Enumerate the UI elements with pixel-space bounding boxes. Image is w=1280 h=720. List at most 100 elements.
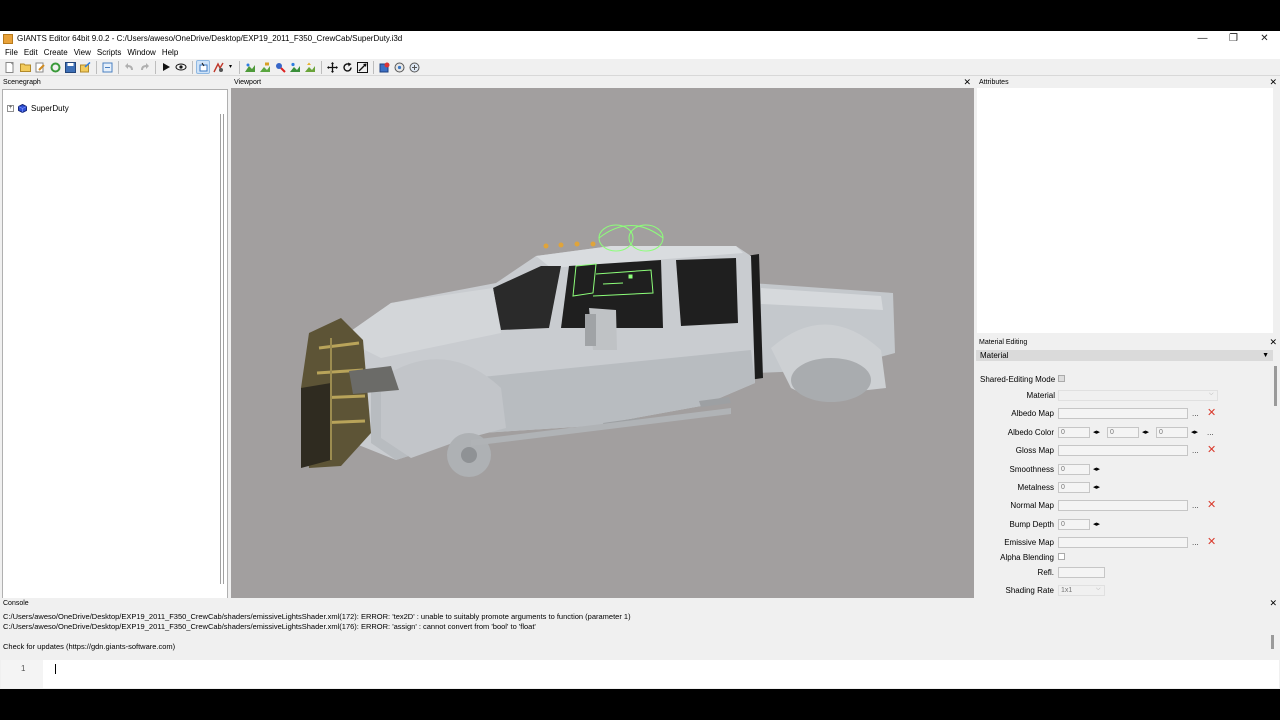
viewport-panel: Viewport ✕ <box>231 77 974 627</box>
tree-expander[interactable]: + <box>7 105 14 112</box>
shading-rate-label: Shading Rate <box>1005 585 1054 595</box>
console-title: Console <box>3 600 29 607</box>
decal-icon[interactable] <box>289 61 301 73</box>
normal-map-clear-icon[interactable]: ✕ <box>1207 499 1216 511</box>
smoothness-field[interactable]: 0 <box>1058 463 1090 475</box>
material-select[interactable] <box>1058 389 1218 401</box>
menu-help[interactable]: Help <box>159 48 181 57</box>
chevron-down-icon[interactable]: ⌵ <box>1096 586 1101 593</box>
albedo-color-picker-button[interactable]: ... <box>1207 428 1214 437</box>
chevron-down-icon[interactable]: ▾ <box>227 61 234 73</box>
refresh-icon[interactable] <box>49 61 61 73</box>
paint-icon[interactable] <box>259 61 271 73</box>
console-close-button[interactable]: ✕ <box>1269 599 1277 608</box>
lighting-icon[interactable] <box>212 61 224 73</box>
window-title: GIANTS Editor 64bit 9.0.2 - C:/Users/awe… <box>17 34 403 43</box>
normal-map-label: Normal Map <box>1010 500 1054 510</box>
material-section-title: Material <box>980 351 1009 360</box>
albedo-color-label: Albedo Color <box>1007 427 1054 437</box>
menu-window[interactable]: Window <box>124 48 158 57</box>
emissive-map-row: Emissive Map ... ✕ <box>976 536 1273 548</box>
material-editing-close-button[interactable]: ✕ <box>1269 338 1277 347</box>
gloss-map-browse-button[interactable]: ... <box>1192 446 1199 455</box>
alpha-blending-checkbox[interactable] <box>1058 553 1065 560</box>
emissive-map-clear-icon[interactable]: ✕ <box>1207 536 1216 548</box>
albedo-color-b-spinner[interactable]: ◂▸ <box>1191 428 1198 436</box>
history-icon[interactable] <box>101 61 113 73</box>
smoothness-label: Smoothness <box>1009 464 1054 474</box>
eye-icon[interactable] <box>175 61 187 73</box>
attributes-close-button[interactable]: ✕ <box>1269 78 1277 87</box>
close-window-button[interactable]: ✕ <box>1249 31 1280 46</box>
menu-create[interactable]: Create <box>41 48 71 57</box>
camera-select-icon[interactable] <box>196 60 210 74</box>
move-icon[interactable] <box>326 61 338 73</box>
viewport-3d-view[interactable]: outdoorcamera <box>231 88 974 627</box>
scale-icon[interactable] <box>356 61 368 73</box>
gloss-map-field[interactable] <box>1058 444 1188 456</box>
console-scrollbar[interactable] <box>1270 609 1276 659</box>
menu-file[interactable]: File <box>2 48 21 57</box>
open-folder-icon[interactable] <box>19 61 31 73</box>
minimize-button[interactable]: — <box>1187 31 1218 46</box>
foliage-icon[interactable] <box>274 61 286 73</box>
undo-icon[interactable] <box>123 61 135 73</box>
export-icon[interactable] <box>79 61 91 73</box>
gloss-map-clear-icon[interactable]: ✕ <box>1207 444 1216 456</box>
shading-rate-row: Shading Rate 1x1 ⌵ <box>976 584 1273 596</box>
material-editing-title: Material Editing <box>979 339 1028 346</box>
emissive-map-browse-button[interactable]: ... <box>1192 538 1199 547</box>
console-panel: Console ✕ C:/Users/aweso/OneDrive/Deskto… <box>0 598 1280 689</box>
toolbar-separator <box>155 60 156 74</box>
albedo-color-g-spinner[interactable]: ◂▸ <box>1142 428 1149 436</box>
console-script-input[interactable]: 1 <box>1 660 1279 688</box>
smoothness-spinner[interactable]: ◂▸ <box>1093 465 1100 473</box>
albedo-color-g-field[interactable]: 0 <box>1107 426 1139 438</box>
metalness-field[interactable]: 0 <box>1058 481 1090 493</box>
albedo-color-r-field[interactable]: 0 <box>1058 426 1090 438</box>
albedo-color-b-field[interactable]: 0 <box>1156 426 1188 438</box>
new-file-icon[interactable] <box>4 61 16 73</box>
scenegraph-scrollbar[interactable] <box>220 114 224 584</box>
material-scrollbar-thumb[interactable] <box>1274 366 1277 406</box>
rotate-icon[interactable] <box>341 61 353 73</box>
console-scrollbar-thumb[interactable] <box>1271 635 1274 649</box>
scenegraph-tree[interactable]: + SuperDuty <box>2 89 228 627</box>
albedo-map-field[interactable] <box>1058 407 1188 419</box>
redo-icon[interactable] <box>138 61 150 73</box>
metalness-spinner[interactable]: ◂▸ <box>1093 483 1100 491</box>
edit-icon[interactable] <box>34 61 46 73</box>
play-icon[interactable] <box>160 61 172 73</box>
refl-field[interactable] <box>1058 566 1105 578</box>
material-section-header[interactable]: Material ▼ <box>976 350 1273 361</box>
albedo-map-browse-button[interactable]: ... <box>1192 409 1199 418</box>
menu-scripts[interactable]: Scripts <box>94 48 124 57</box>
chevron-down-icon[interactable]: ▼ <box>1262 352 1269 359</box>
tree-node-superduty[interactable]: + SuperDuty <box>7 104 69 113</box>
maximize-button[interactable]: ❐ <box>1218 31 1249 46</box>
navmesh-icon[interactable] <box>304 61 316 73</box>
save-icon[interactable] <box>64 61 76 73</box>
albedo-color-r-spinner[interactable]: ◂▸ <box>1093 428 1100 436</box>
chevron-down-icon[interactable]: ⌵ <box>1209 391 1214 398</box>
bump-depth-field[interactable]: 0 <box>1058 518 1090 530</box>
cube-icon[interactable] <box>378 61 390 73</box>
normal-map-browse-button[interactable]: ... <box>1192 501 1199 510</box>
menu-edit[interactable]: Edit <box>21 48 41 57</box>
normal-map-field[interactable] <box>1058 499 1188 511</box>
albedo-map-row: Albedo Map ... ✕ <box>976 407 1273 419</box>
emissive-map-field[interactable] <box>1058 536 1188 548</box>
shared-editing-checkbox[interactable] <box>1058 375 1065 382</box>
settings-icon[interactable] <box>408 61 420 73</box>
gear-icon[interactable] <box>393 61 405 73</box>
console-error-line: C:/Users/aweso/OneDrive/Desktop/EXP19_20… <box>3 612 631 621</box>
menu-view[interactable]: View <box>71 48 94 57</box>
viewport-close-button[interactable]: ✕ <box>963 78 971 87</box>
toolbar-separator <box>321 60 322 74</box>
bump-depth-spinner[interactable]: ◂▸ <box>1093 520 1100 528</box>
terrain-icon[interactable] <box>244 61 256 73</box>
material-scrollbar[interactable] <box>1273 362 1279 627</box>
console-output[interactable]: C:/Users/aweso/OneDrive/Desktop/EXP19_20… <box>1 609 1269 659</box>
line-number-gutter: 1 <box>1 660 43 688</box>
albedo-map-clear-icon[interactable]: ✕ <box>1207 407 1216 419</box>
